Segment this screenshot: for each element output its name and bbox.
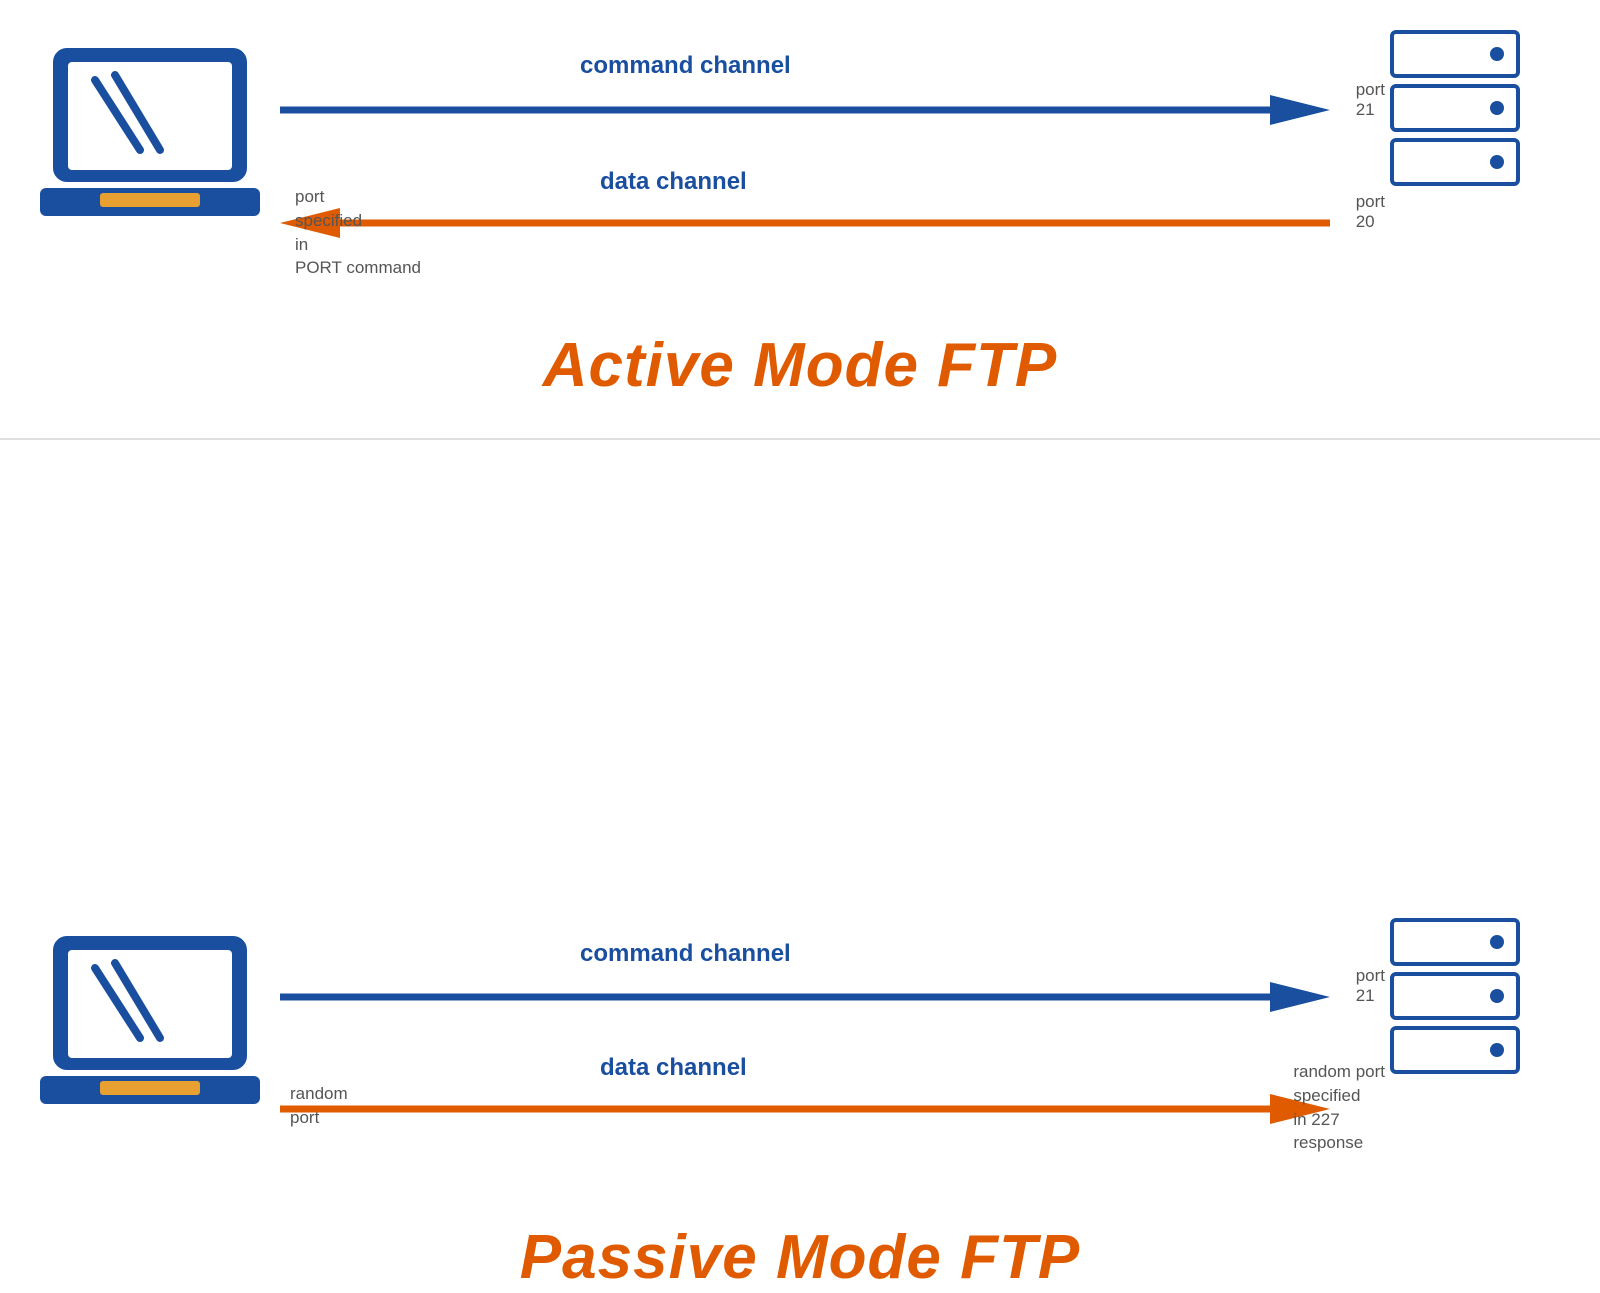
passive-command-arrow	[280, 972, 1330, 1022]
active-command-arrow	[280, 85, 1330, 135]
passive-random-port-client-label: randomport	[290, 1082, 348, 1130]
active-laptop-icon	[40, 40, 260, 240]
passive-mode-section: command channel port21 data channel rand…	[0, 444, 1600, 888]
passive-command-channel-label: command channel	[580, 940, 791, 968]
active-server-icon	[1390, 30, 1520, 192]
active-client-port-label: portspecifiedinPORT command	[295, 185, 421, 280]
active-port21-label: port21	[1356, 80, 1385, 121]
passive-data-arrow	[280, 1084, 1330, 1134]
active-mode-section: command channel port21 data channel port…	[0, 0, 1600, 430]
passive-port21-label: port21	[1356, 966, 1385, 1007]
passive-laptop-icon	[40, 928, 260, 1128]
active-command-channel-label: command channel	[580, 52, 791, 80]
passive-data-channel-label: data channel	[600, 1054, 747, 1082]
section-divider	[0, 438, 1600, 440]
passive-server-icon	[1390, 918, 1520, 1080]
active-data-channel-label: data channel	[600, 168, 747, 196]
passive-random-port-server-label: random portspecifiedin 227response	[1293, 1060, 1385, 1155]
passive-mode-title: Passive Mode FTP	[0, 1222, 1600, 1293]
active-port20-label: port20	[1356, 192, 1385, 233]
active-data-arrow	[280, 198, 1330, 248]
active-mode-title: Active Mode FTP	[0, 330, 1600, 401]
